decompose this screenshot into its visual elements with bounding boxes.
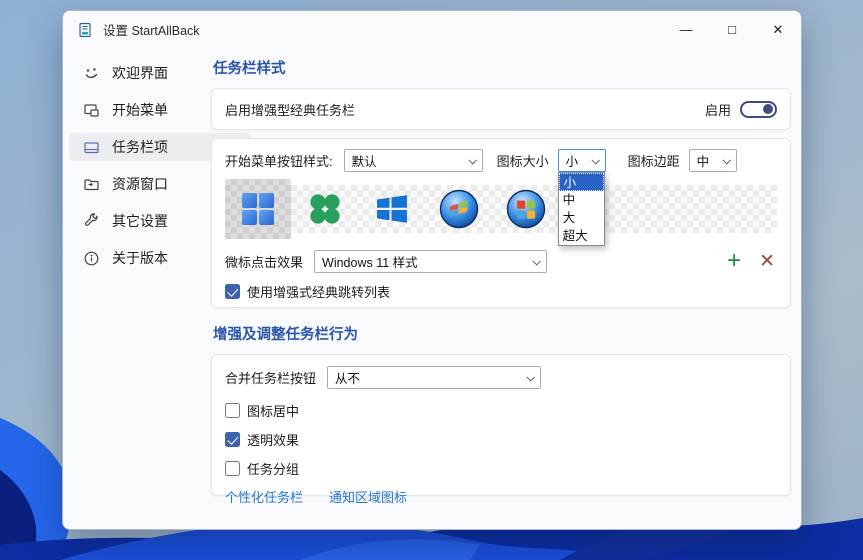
- center-icons-label: 图标居中: [247, 401, 299, 420]
- windows-10-logo: [375, 192, 409, 226]
- start-button-style-value: 默认: [352, 151, 377, 170]
- taskbar-icon: [83, 139, 100, 156]
- icon-size-dropdown-list: 小 中 大 超大: [558, 172, 605, 246]
- orb-windows-7-orb[interactable]: [425, 185, 492, 233]
- titlebar: 设置 StartAllBack — □ ✕: [63, 11, 801, 48]
- transparency-checkbox[interactable]: [225, 432, 240, 447]
- orb-windows-vista-orb[interactable]: [492, 185, 559, 233]
- content-pane: 任务栏样式 启用增强型经典任务栏 启用 开始菜单按钮样式: 默认 图标大小 小: [211, 48, 791, 496]
- task-grouping-checkbox[interactable]: [225, 461, 240, 476]
- task-grouping-label: 任务分组: [247, 459, 299, 478]
- close-button[interactable]: ✕: [755, 11, 801, 48]
- settings-window: 设置 StartAllBack — □ ✕ 欢迎界面 开始菜单: [62, 10, 802, 530]
- windows-7-orb: [439, 189, 479, 229]
- toggle-knob: [763, 104, 773, 114]
- icon-padding-value: 中: [697, 151, 710, 170]
- app-icon: [78, 22, 94, 38]
- clover-logo: [308, 192, 342, 226]
- chevron-down-icon: [468, 156, 476, 164]
- icon-size-select[interactable]: 小 小 中 大 超大: [558, 149, 606, 172]
- windows-vista-orb: [506, 189, 546, 229]
- sidebar-item-label: 欢迎界面: [112, 63, 168, 83]
- click-effect-value: Windows 11 样式: [322, 252, 418, 271]
- center-icons-checkbox[interactable]: [225, 403, 240, 418]
- start-menu-icon: [83, 102, 100, 119]
- icon-padding-select[interactable]: 中: [689, 149, 737, 172]
- sidebar-item-label: 其它设置: [112, 211, 168, 231]
- enable-taskbar-label: 启用增强型经典任务栏: [225, 100, 355, 119]
- info-icon: [83, 250, 100, 267]
- add-button[interactable]: +: [721, 251, 747, 271]
- wrench-icon: [83, 213, 100, 230]
- dropdown-option-medium[interactable]: 中: [559, 191, 604, 209]
- section-title-taskbar-behavior: 增强及调整任务栏行为: [213, 323, 791, 344]
- start-button-orb-picker: [225, 179, 777, 239]
- enable-taskbar-toggle[interactable]: [740, 101, 777, 118]
- smiley-icon: [83, 65, 100, 82]
- click-effect-label: 微标点击效果: [225, 252, 303, 271]
- maximize-button[interactable]: □: [709, 11, 755, 48]
- window-title: 设置 StartAllBack: [103, 20, 200, 39]
- enable-taskbar-card: 启用增强型经典任务栏 启用: [211, 88, 791, 130]
- chevron-down-icon: [532, 257, 540, 265]
- dropdown-option-xlarge[interactable]: 超大: [559, 227, 604, 245]
- icon-size-label: 图标大小: [497, 151, 549, 170]
- icon-size-value: 小: [566, 151, 579, 170]
- minimize-button[interactable]: —: [663, 11, 709, 48]
- jumplist-checkbox[interactable]: [225, 284, 240, 299]
- taskbar-behavior-card: 合并任务栏按钮 从不 图标居中 透明效果 任务分组 个性化任务栏 通知区: [211, 354, 791, 496]
- folder-icon: [83, 176, 100, 193]
- sidebar-item-label: 资源窗口: [112, 174, 168, 194]
- chevron-down-icon: [526, 373, 534, 381]
- chevron-down-icon: [591, 156, 599, 164]
- orb-clover-logo[interactable]: [291, 185, 358, 233]
- windows-11-logo: [241, 192, 275, 226]
- transparency-label: 透明效果: [247, 430, 299, 449]
- click-effect-select[interactable]: Windows 11 样式: [314, 250, 547, 273]
- orb-windows-10-logo[interactable]: [358, 185, 425, 233]
- toggle-state-label: 启用: [705, 100, 731, 119]
- taskbar-style-card: 开始菜单按钮样式: 默认 图标大小 小 小 中 大 超大: [211, 138, 791, 308]
- combine-buttons-value: 从不: [335, 368, 360, 387]
- remove-button[interactable]: ✕: [747, 250, 777, 273]
- dropdown-option-large[interactable]: 大: [559, 209, 604, 227]
- start-button-style-label: 开始菜单按钮样式:: [225, 151, 333, 170]
- combine-buttons-select[interactable]: 从不: [327, 366, 541, 389]
- section-title-taskbar-style: 任务栏样式: [213, 57, 791, 78]
- start-button-style-select[interactable]: 默认: [344, 149, 483, 172]
- sidebar-item-label: 任务栏项: [112, 137, 168, 157]
- combine-buttons-label: 合并任务栏按钮: [225, 368, 316, 387]
- orb-windows-11-logo[interactable]: [225, 179, 291, 239]
- sidebar-item-label: 开始菜单: [112, 100, 168, 120]
- icon-padding-label: 图标边距: [628, 151, 680, 170]
- sidebar-item-label: 关于版本: [112, 248, 168, 268]
- dropdown-option-small[interactable]: 小: [559, 173, 604, 191]
- jumplist-checkbox-label: 使用增强式经典跳转列表: [247, 282, 390, 301]
- notification-area-icons-link[interactable]: 通知区域图标: [329, 487, 407, 506]
- personalize-taskbar-link[interactable]: 个性化任务栏: [225, 487, 303, 506]
- chevron-down-icon: [722, 156, 730, 164]
